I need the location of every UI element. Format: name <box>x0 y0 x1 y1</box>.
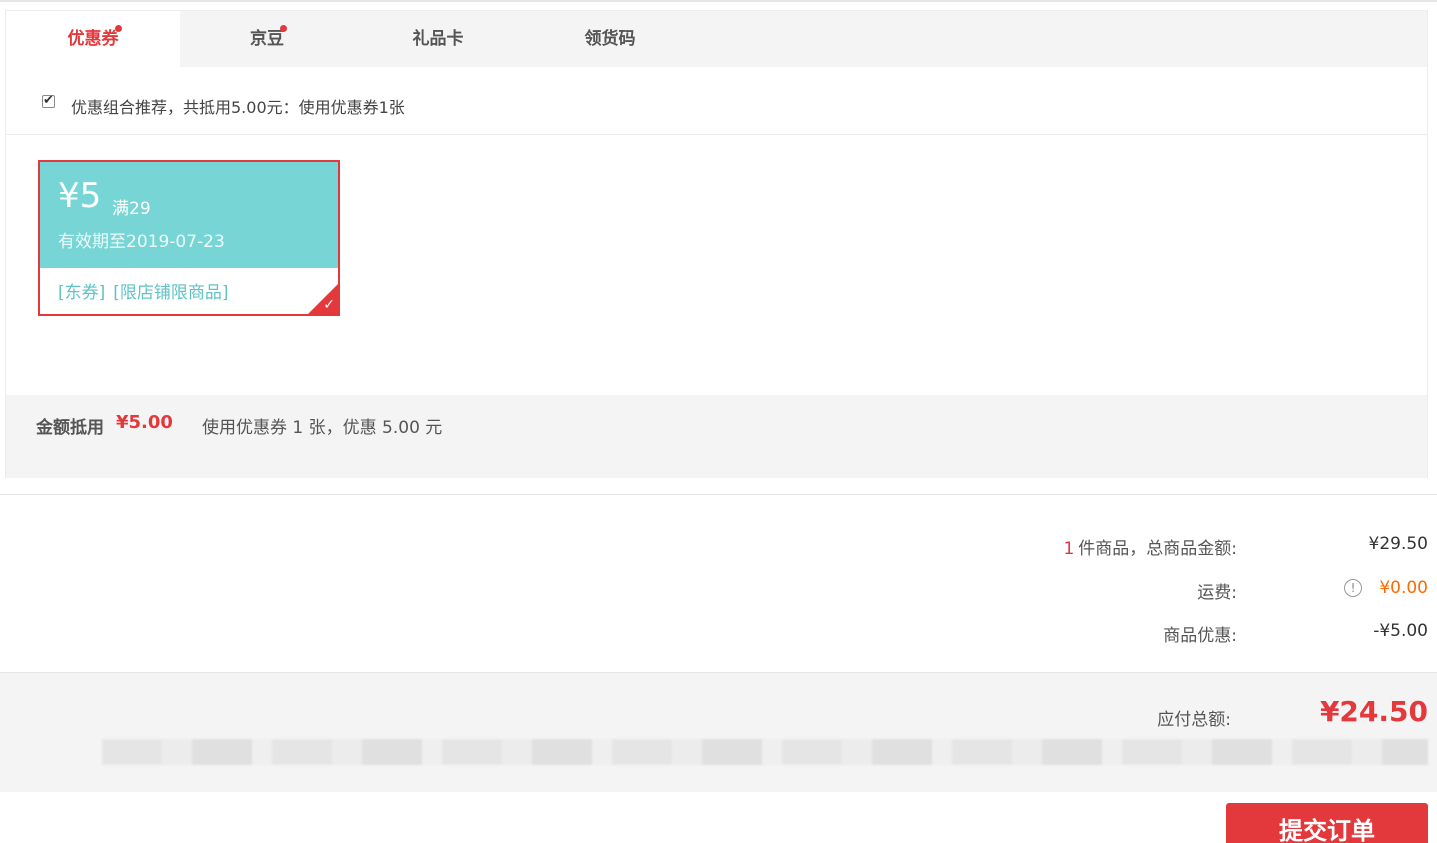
goods-total-label: 1 件商品，总商品金额: <box>1063 534 1237 559</box>
coupon-validity: 有效期至2019-07-23 <box>58 232 225 252</box>
coupon-tag-scope: [限店铺限商品] <box>113 283 229 303</box>
goods-total-value: ¥29.50 <box>1368 534 1428 554</box>
info-icon[interactable]: ! <box>1344 579 1362 597</box>
section-divider <box>0 494 1437 495</box>
tab-jingdou[interactable]: 京豆 <box>180 11 354 67</box>
coupon-tags: [东券] [限店铺限商品] <box>58 278 237 303</box>
summary-description: 使用优惠券 1 张，优惠 5.00 元 <box>202 418 443 438</box>
new-dot-icon <box>115 25 122 32</box>
tab-pickup-code[interactable]: 领货码 <box>523 11 697 67</box>
new-dot-icon <box>280 25 287 32</box>
check-icon: ✔ <box>43 93 54 108</box>
discount-panel: 优惠券 京豆 礼品卡 领货码 ✔ 优惠组合推荐，共抵用5.00元：使用优惠券1张… <box>5 10 1428 478</box>
coupon-amount: ¥5 <box>58 176 102 216</box>
tab-label: 优惠券 <box>67 29 119 49</box>
coupon-condition: 满29 <box>112 199 151 219</box>
summary-amount: ¥5.00 <box>116 412 173 433</box>
combo-text: 优惠组合推荐，共抵用5.00元：使用优惠券1张 <box>71 98 405 117</box>
payable-total-area: 应付总额: ¥24.50 <box>0 672 1437 792</box>
combo-recommend-row: ✔ 优惠组合推荐，共抵用5.00元：使用优惠券1张 <box>6 67 1427 135</box>
coupon-tag-type: [东券] <box>58 283 106 303</box>
freight-label: 运费: <box>1197 583 1237 603</box>
summary-label: 金额抵用 <box>36 418 104 438</box>
top-divider <box>0 0 1437 2</box>
goods-label-text: 件商品，总商品金额: <box>1078 539 1237 559</box>
submit-order-button[interactable]: 提交订单 <box>1226 803 1428 843</box>
freight-value: ¥0.00 <box>1379 578 1428 598</box>
coupon-header: ¥5 满29 有效期至2019-07-23 <box>40 162 338 268</box>
total-value: ¥24.50 <box>1319 695 1428 728</box>
check-icon: ✓ <box>323 297 335 313</box>
discount-value: -¥5.00 <box>1373 621 1428 641</box>
discount-label: 商品优惠: <box>1163 626 1237 646</box>
tab-coupons[interactable]: 优惠券 <box>6 11 180 67</box>
tab-label: 礼品卡 <box>412 29 464 49</box>
discount-tabs: 优惠券 京豆 礼品卡 领货码 <box>6 11 1427 67</box>
coupon-card[interactable]: ¥5 满29 有效期至2019-07-23 [东券] [限店铺限商品] ✓ <box>38 160 340 316</box>
tab-label: 领货码 <box>584 29 636 49</box>
discount-summary: 金额抵用 ¥5.00 使用优惠券 1 张，优惠 5.00 元 <box>6 395 1427 478</box>
goods-total-row: 1 件商品，总商品金额: ¥29.50 <box>0 534 1437 564</box>
tab-gift-card[interactable]: 礼品卡 <box>351 11 525 67</box>
redacted-address <box>102 739 1428 765</box>
tab-label: 京豆 <box>250 29 284 49</box>
total-label: 应付总额: <box>1157 710 1231 730</box>
freight-row: 运费: ! ¥0.00 <box>0 578 1437 608</box>
item-count: 1 <box>1063 539 1075 559</box>
discount-row: 商品优惠: -¥5.00 <box>0 621 1437 651</box>
combo-checkbox[interactable]: ✔ <box>42 93 55 108</box>
